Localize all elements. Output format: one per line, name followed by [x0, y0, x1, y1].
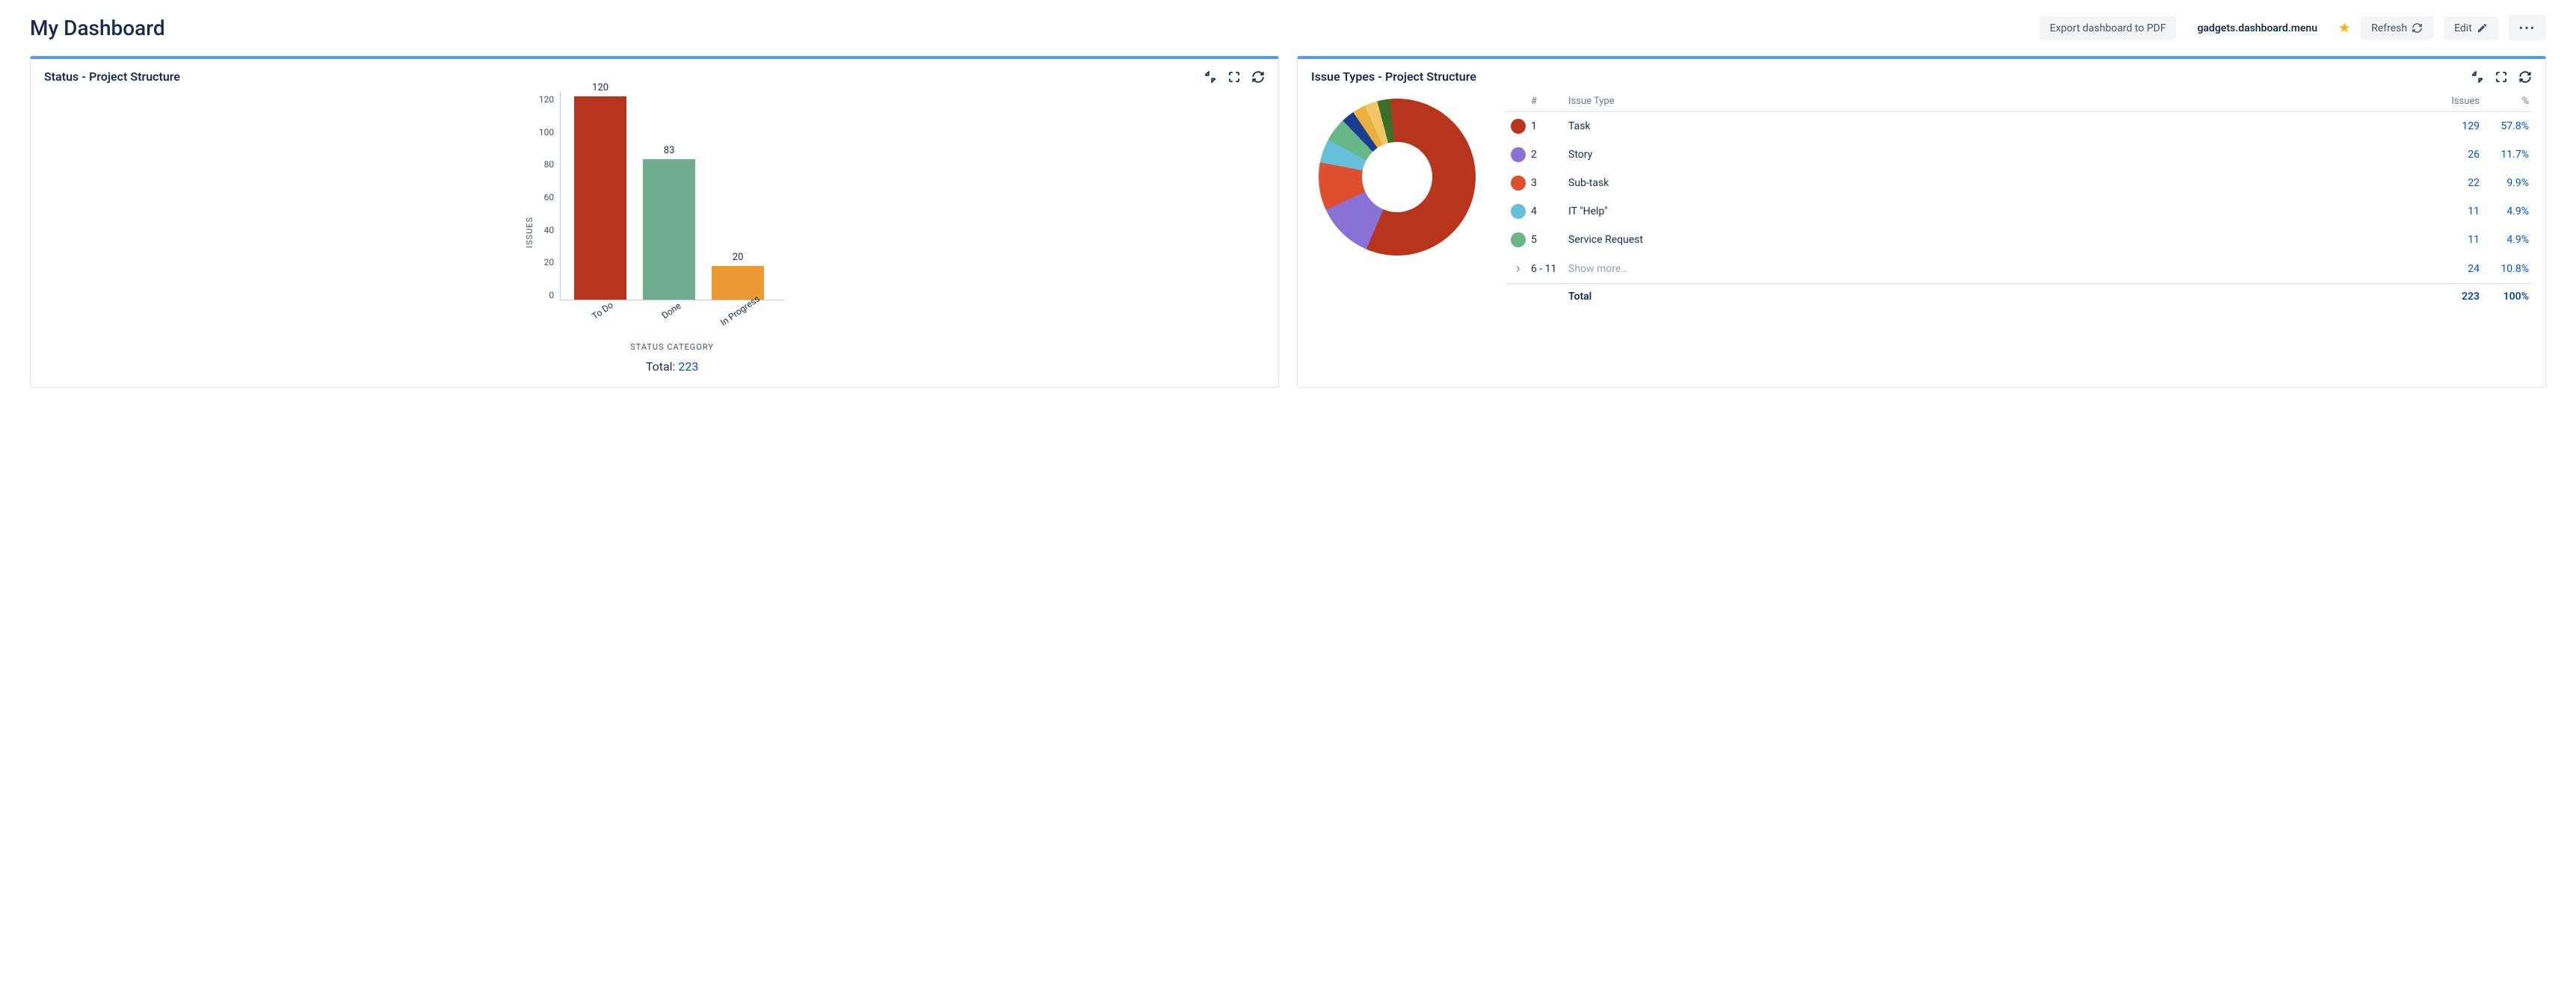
- cell-name: Sub-task: [1568, 177, 2435, 189]
- x-axis-label: STATUS CATEGORY: [560, 342, 784, 352]
- edit-button[interactable]: Edit: [2444, 16, 2498, 40]
- status-panel-title: Status - Project Structure: [44, 69, 180, 84]
- cell-rank: 4: [1531, 205, 1568, 217]
- bar[interactable]: 120: [574, 82, 626, 300]
- bar-value-label: 20: [733, 252, 744, 263]
- bar-rect: [643, 159, 695, 300]
- bar-value-label: 83: [664, 145, 675, 156]
- bar-value-label: 120: [592, 82, 608, 93]
- show-more-row[interactable]: › 6 - 11 Show more… 24 10.8%: [1506, 254, 2532, 283]
- cell-issues-link[interactable]: 129: [2462, 120, 2480, 132]
- legend-dot: [1511, 176, 1526, 191]
- legend-dot: [1511, 119, 1526, 134]
- issue-types-panel-header: Issue Types - Project Structure: [1311, 69, 2532, 84]
- refresh-panel-icon[interactable]: [2518, 70, 2532, 84]
- cell-rank: 2: [1531, 149, 1568, 161]
- dashboard-menu-label[interactable]: gadgets.dashboard.menu: [2187, 16, 2328, 40]
- more-issues-link[interactable]: 24: [2468, 263, 2480, 275]
- cell-issues-link[interactable]: 26: [2468, 149, 2480, 161]
- cell-issues-link[interactable]: 11: [2468, 205, 2480, 217]
- table-row: 1Task 129 57.8%: [1506, 112, 2532, 140]
- cell-rank: 1: [1531, 120, 1568, 132]
- more-pct-link[interactable]: 10.8%: [2500, 263, 2529, 275]
- status-panel-header: Status - Project Structure: [44, 69, 1265, 84]
- refresh-icon: [2412, 22, 2423, 34]
- status-chart: ISSUES 120 100 80 60 40 20 0 120 83 20 To DoDone…: [44, 91, 1265, 374]
- col-rank: #: [1531, 96, 1568, 107]
- y-tick: 120: [539, 94, 554, 105]
- cell-pct-link[interactable]: 11.7%: [2500, 149, 2529, 161]
- cell-name: Task: [1568, 120, 2435, 132]
- y-tick: 60: [544, 192, 555, 202]
- cell-rank: 3: [1531, 177, 1568, 189]
- status-total: Total: 223: [560, 359, 784, 374]
- cell-name: IT "Help": [1568, 205, 2435, 217]
- panels-row: Status - Project Structure ISSUES 120100…: [30, 56, 2546, 388]
- cell-issues-link[interactable]: 11: [2468, 234, 2480, 246]
- status-panel-actions: [1204, 70, 1265, 84]
- y-tick: 100: [539, 127, 554, 137]
- minimize-icon[interactable]: [2471, 70, 2484, 84]
- table-row: 4IT "Help" 11 4.9%: [1506, 197, 2532, 226]
- legend-dot: [1511, 232, 1526, 247]
- y-tick: 0: [549, 290, 554, 300]
- more-actions-button[interactable]: •••: [2509, 15, 2546, 41]
- donut-chart: [1319, 99, 1476, 256]
- cell-rank: 5: [1531, 234, 1568, 246]
- cell-issues-link[interactable]: 22: [2468, 177, 2480, 189]
- star-icon[interactable]: ★: [2338, 20, 2350, 36]
- issue-types-panel-actions: [2471, 70, 2532, 84]
- dashboard-header: My Dashboard Export dashboard to PDF gad…: [30, 15, 2546, 41]
- table-header-row: # Issue Type Issues %: [1506, 91, 2532, 112]
- col-name: Issue Type: [1568, 96, 2435, 107]
- cell-name: Service Request: [1568, 234, 2435, 246]
- refresh-panel-icon[interactable]: [1251, 70, 1265, 84]
- status-panel: Status - Project Structure ISSUES 120 100…: [30, 56, 1279, 388]
- y-axis: 120 100 80 60 40 20 0: [539, 91, 560, 300]
- col-issues: Issues: [2435, 96, 2480, 107]
- page-title: My Dashboard: [30, 16, 165, 40]
- issue-types-panel: Issue Types - Project Structure # Issue …: [1297, 56, 2546, 388]
- cell-pct-link[interactable]: 4.9%: [2506, 205, 2529, 217]
- cell-pct-link[interactable]: 4.9%: [2506, 234, 2529, 246]
- chevron-right-icon: ›: [1516, 261, 1520, 276]
- x-labels: To DoDoneIn Progress: [560, 306, 784, 317]
- table-row: 3Sub-task 22 9.9%: [1506, 169, 2532, 197]
- cell-name: Story: [1568, 149, 2435, 161]
- bar-rect: [574, 96, 626, 300]
- cell-pct-link[interactable]: 57.8%: [2500, 120, 2529, 132]
- maximize-icon[interactable]: [2495, 70, 2508, 84]
- bars-container: 1208320: [560, 91, 784, 300]
- table-row: 2Story 26 11.7%: [1506, 140, 2532, 169]
- col-pct: %: [2480, 96, 2532, 107]
- legend-dot: [1511, 204, 1526, 219]
- y-tick: 20: [544, 257, 555, 267]
- y-tick: 40: [544, 225, 555, 235]
- minimize-icon[interactable]: [1204, 70, 1217, 84]
- issue-types-table: # Issue Type Issues % 1Task 129 57.8% 2Stor…: [1506, 91, 2532, 309]
- bar[interactable]: 83: [643, 145, 695, 300]
- header-actions: Export dashboard to PDF gadgets.dashboar…: [2039, 15, 2546, 41]
- issue-types-panel-title: Issue Types - Project Structure: [1311, 69, 1476, 84]
- refresh-button[interactable]: Refresh: [2361, 16, 2433, 40]
- table-row: 5Service Request 11 4.9%: [1506, 226, 2532, 254]
- status-total-link[interactable]: 223: [678, 359, 698, 374]
- total-row: Total 223 100%: [1506, 283, 2532, 309]
- pencil-icon: [2477, 22, 2488, 34]
- cell-pct-link[interactable]: 9.9%: [2506, 177, 2529, 189]
- legend-dot: [1511, 147, 1526, 162]
- maximize-icon[interactable]: [1227, 70, 1241, 84]
- export-pdf-button[interactable]: Export dashboard to PDF: [2039, 16, 2176, 40]
- issue-types-content: # Issue Type Issues % 1Task 129 57.8% 2Stor…: [1311, 91, 2532, 309]
- y-tick: 80: [544, 159, 555, 170]
- donut-chart-wrap: [1311, 91, 1483, 256]
- y-axis-label: ISSUES: [525, 217, 534, 248]
